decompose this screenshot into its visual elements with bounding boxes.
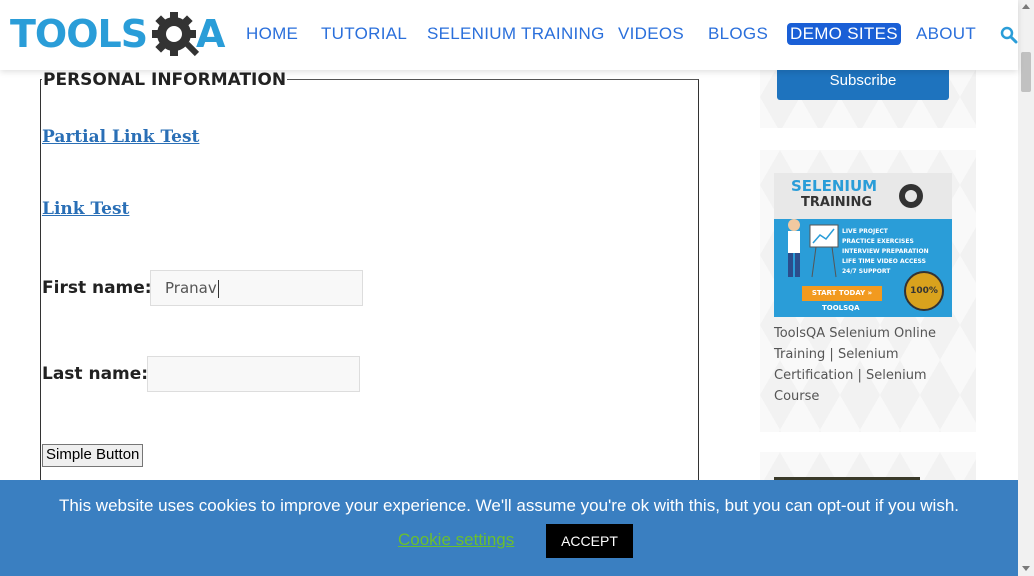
nav-selenium-training[interactable]: SELENIUM TRAINING: [427, 24, 605, 44]
partial-link-test[interactable]: Partial Link Test: [42, 127, 199, 147]
simple-button[interactable]: Simple Button: [42, 444, 144, 467]
scroll-down-arrow-icon[interactable]: [1022, 566, 1030, 571]
banner-bullet: PRACTICE EXERCISES: [842, 238, 914, 245]
search-icon[interactable]: [1000, 26, 1018, 44]
banner-title-line1: SELENIUM: [791, 177, 878, 195]
link-test[interactable]: Link Test: [42, 199, 129, 219]
nav-videos[interactable]: VIDEOS: [618, 24, 684, 44]
last-name-input[interactable]: [147, 356, 360, 392]
scroll-up-arrow-icon[interactable]: [1022, 4, 1030, 9]
page-scrollbar[interactable]: [1018, 0, 1034, 576]
banner-bullet: INTERVIEW PREPARATION: [842, 248, 929, 255]
nav-tutorial[interactable]: TUTORIAL: [321, 24, 407, 44]
banner-brand: TOOLSQA: [822, 304, 860, 312]
last-name-label: Last name:: [42, 364, 149, 384]
cookie-settings-link[interactable]: Cookie settings: [398, 530, 514, 550]
banner-bullet: LIVE PROJECT: [842, 228, 888, 235]
gear-icon: [899, 184, 923, 208]
nav-home[interactable]: HOME: [246, 24, 298, 44]
banner-cta: START TODAY »: [802, 286, 882, 301]
nav-about[interactable]: ABOUT: [916, 24, 976, 44]
banner-title-line2: TRAINING: [801, 195, 873, 210]
gear-icon: [152, 12, 200, 57]
scroll-thumb[interactable]: [1021, 52, 1031, 92]
site-header: TOOLS A HOME TUTORIAL SELENIUM TRAINING …: [0, 0, 1018, 70]
cookie-message: This website uses cookies to improve you…: [58, 496, 960, 515]
first-name-input[interactable]: Pranav: [150, 270, 363, 306]
text-caret: [217, 279, 219, 298]
banner-bullet: LIFE TIME VIDEO ACCESS: [842, 258, 926, 265]
personal-info-fieldset: [40, 79, 699, 541]
first-name-value: Pranav: [165, 279, 217, 297]
fieldset-legend: PERSONAL INFORMATION: [42, 70, 288, 90]
cookie-consent-bar: This website uses cookies to improve you…: [0, 480, 1018, 576]
selenium-training-banner[interactable]: SELENIUM TRAINING LIVE PROJECT PRACTICE …: [774, 173, 952, 317]
training-ad-caption[interactable]: ToolsQA Selenium Online Training | Selen…: [774, 323, 954, 407]
nav-demo-sites[interactable]: DEMO SITES: [787, 23, 901, 45]
first-name-label: First name:: [42, 278, 152, 298]
logo-text: TOOLS: [10, 12, 148, 56]
nav-blogs[interactable]: BLOGS: [708, 24, 768, 44]
presenter-illustration-icon: [788, 219, 839, 278]
banner-bullets: LIVE PROJECT PRACTICE EXERCISES INTERVIE…: [842, 227, 929, 277]
logo-suffix: A: [196, 12, 226, 56]
accept-cookies-button[interactable]: ACCEPT: [546, 524, 633, 558]
money-back-badge: 100%: [904, 271, 944, 311]
